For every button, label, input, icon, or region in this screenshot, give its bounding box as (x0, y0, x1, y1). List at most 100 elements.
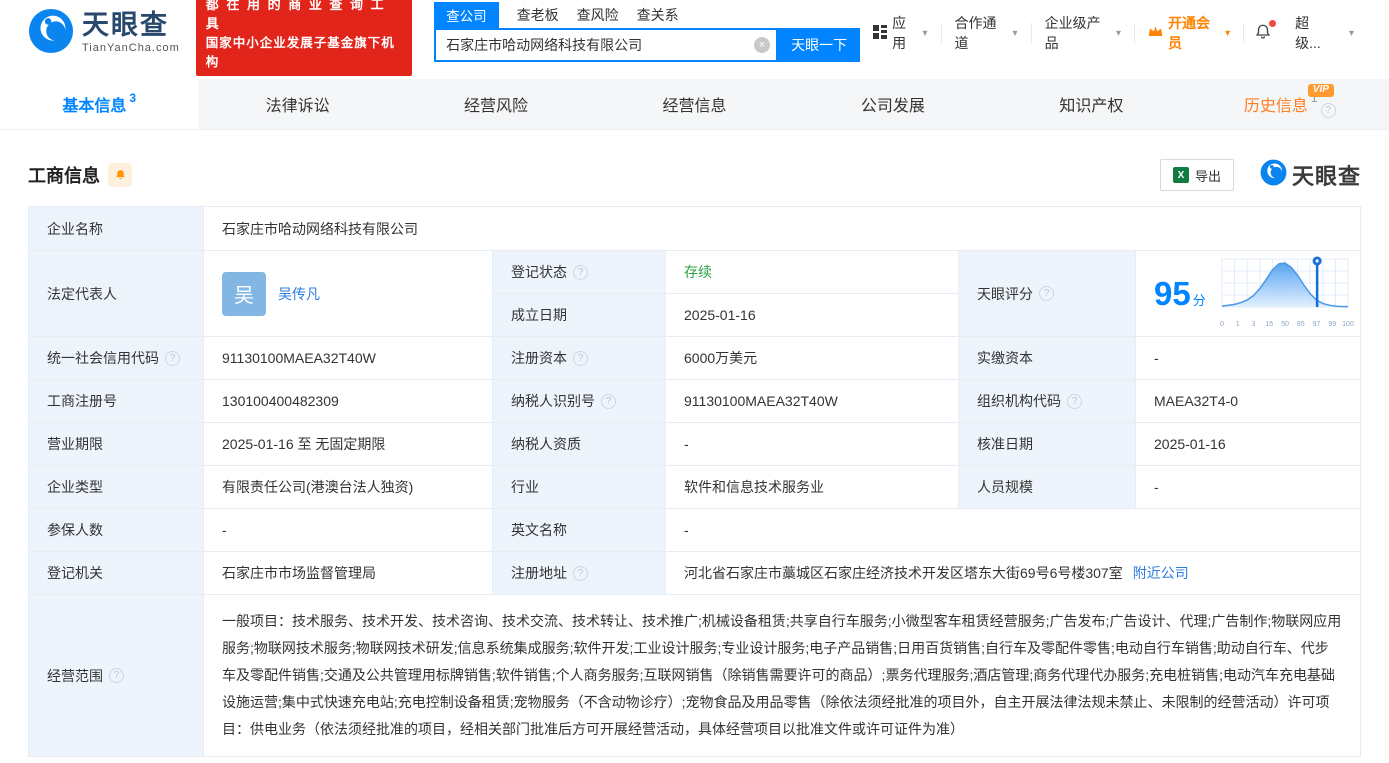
notification-dot (1269, 20, 1277, 27)
chevron-down-icon: ▾ (1348, 27, 1354, 39)
legal-rep-cell: 吴 吴传凡 (204, 251, 493, 337)
score-cell: 95 分 0 1 3 15 50 85 97 99 100 (1136, 251, 1361, 337)
table-row: 企业类型 有限责任公司(港澳台法人独资) 行业 软件和信息技术服务业 人员规模 … (29, 466, 1361, 509)
tab-company-development[interactable]: 公司发展 (794, 79, 992, 129)
tab-operation-info[interactable]: 经营信息 (595, 79, 793, 129)
tab-label: 历史信息 (1243, 98, 1308, 115)
avatar[interactable]: 吴 (222, 271, 266, 316)
field-value: 130100400482309 (204, 380, 493, 423)
score-chart: 0 1 3 15 50 85 97 99 100 (1218, 255, 1354, 332)
help-icon[interactable]: ? (1320, 102, 1336, 118)
chevron-down-icon: ▾ (1115, 27, 1121, 39)
help-icon[interactable]: ? (1067, 393, 1082, 409)
score-unit: 分 (1192, 293, 1206, 308)
help-icon[interactable]: ? (573, 565, 588, 581)
nav-notifications[interactable] (1243, 20, 1282, 43)
nav-apps-label: 应用 (892, 15, 907, 51)
business-info-header: 工商信息 X 导出 天眼查 (28, 159, 1361, 191)
svg-text:3: 3 (1252, 321, 1256, 328)
search-tab-risk[interactable]: 查风险 (577, 3, 619, 28)
field-label: 参保人数 (29, 509, 204, 552)
svg-text:97: 97 (1313, 321, 1321, 328)
field-label: 核准日期 (959, 423, 1136, 466)
field-label: 企业类型 (29, 466, 204, 509)
field-label: 营业期限 (29, 423, 204, 466)
field-value: 河北省石家庄市藁城区石家庄经济技术开发区塔东大街69号6号楼307室 附近公司 (666, 552, 1361, 595)
nav-enterprise-products[interactable]: 企业级产品 ▾ (1030, 15, 1134, 51)
score-value: 95 (1154, 275, 1191, 312)
field-value: - (666, 509, 1361, 552)
tab-label: 经营信息 (662, 98, 727, 115)
subscribe-bell-icon[interactable] (108, 163, 132, 187)
search-button[interactable]: 天眼一下 (778, 28, 861, 62)
field-value: - (1136, 337, 1361, 380)
field-value: 石家庄市市场监督管理局 (204, 552, 493, 595)
tab-intellectual-property[interactable]: 知识产权 (992, 79, 1190, 129)
slogan-line2: 国家中小企业发展子基金旗下机构 (205, 35, 395, 69)
field-value: - (1136, 466, 1361, 509)
nav-cooperation[interactable]: 合作通道 ▾ (940, 15, 1031, 51)
field-label: 纳税人资质 (493, 423, 666, 466)
tab-basic-info[interactable]: 基本信息 3 (0, 79, 199, 129)
tab-label: 经营风险 (464, 98, 529, 115)
svg-text:50: 50 (1281, 321, 1289, 328)
search-tab-relation[interactable]: 查关系 (637, 3, 679, 28)
chevron-down-icon: ▾ (1225, 27, 1231, 39)
grid-icon (873, 24, 888, 42)
search-tab-boss[interactable]: 查老板 (517, 3, 559, 28)
chevron-down-icon: ▾ (922, 27, 928, 39)
export-label: 导出 (1194, 168, 1221, 184)
vip-badge: VIP (1307, 84, 1334, 97)
field-value: - (666, 423, 959, 466)
help-icon[interactable]: ? (573, 264, 588, 280)
nav-open-vip[interactable]: 开通会员 ▾ (1133, 15, 1243, 51)
help-icon[interactable]: ? (573, 350, 588, 366)
legal-rep-link[interactable]: 吴传凡 (278, 284, 320, 304)
field-label: 行业 (493, 466, 666, 509)
tab-label: 知识产权 (1059, 98, 1124, 115)
field-value: 2025-01-16 (1136, 423, 1361, 466)
search-tab-company[interactable]: 查公司 (434, 2, 499, 28)
logo-brand-text: 天眼查 (82, 10, 169, 40)
export-button[interactable]: X 导出 (1159, 159, 1234, 191)
watermark-logo: 天眼查 (1260, 159, 1361, 191)
search-input[interactable] (434, 28, 779, 62)
slogan-line1: 都 在 用 的 商 业 查 询 工 具 (205, 0, 386, 32)
excel-icon: X (1172, 167, 1189, 183)
field-value: 2025-01-16 至 无固定期限 (204, 423, 493, 466)
tab-legal-litigation[interactable]: 法律诉讼 (198, 79, 396, 129)
field-label: 企业名称 (29, 207, 204, 251)
svg-text:0: 0 (1220, 321, 1224, 328)
clear-icon[interactable]: × (754, 37, 771, 53)
slogan-banner: 都 在 用 的 商 业 查 询 工 具 国家中小企业发展子基金旗下机构 (195, 0, 413, 77)
help-icon[interactable]: ? (601, 393, 616, 409)
help-icon[interactable]: ? (165, 350, 180, 366)
field-value: 一般项目：技术服务、技术开发、技术咨询、技术交流、技术转让、技术推广;机械设备租… (204, 595, 1361, 757)
table-row: 统一社会信用代码? 91130100MAEA32T40W 注册资本? 6000万… (29, 337, 1361, 380)
help-icon[interactable]: ? (1039, 286, 1054, 301)
field-label: 纳税人识别号? (493, 380, 666, 423)
field-label: 登记状态? (493, 251, 666, 294)
nav-user-menu[interactable]: 超级... ▾ (1282, 15, 1367, 51)
field-value: 有限责任公司(港澳台法人独资) (204, 466, 493, 509)
logo-domain-text: TianYanCha.com (82, 42, 180, 54)
business-info-table: 企业名称 石家庄市哈动网络科技有限公司 法定代表人 吴 吴传凡 登记状态? 存续… (28, 206, 1361, 757)
table-row: 企业名称 石家庄市哈动网络科技有限公司 (29, 207, 1361, 251)
tab-operation-risk[interactable]: 经营风险 (397, 79, 595, 129)
field-label: 统一社会信用代码? (29, 337, 204, 380)
tianyancha-logo[interactable]: 天眼查 TianYanCha.com (28, 8, 180, 59)
table-row: 参保人数 - 英文名称 - (29, 509, 1361, 552)
nearby-companies-link[interactable]: 附近公司 (1133, 563, 1189, 583)
field-value: 91130100MAEA32T40W (204, 337, 493, 380)
top-header: 天眼查 TianYanCha.com 都 在 用 的 商 业 查 询 工 具 国… (0, 0, 1389, 77)
field-label: 成立日期 (493, 294, 666, 337)
tianyancha-swirl-icon (1260, 159, 1287, 191)
section-title: 工商信息 (28, 166, 100, 186)
field-value: 石家庄市哈动网络科技有限公司 (204, 207, 1361, 251)
nav-vip-label: 开通会员 (1167, 15, 1210, 51)
help-icon[interactable]: ? (109, 668, 124, 683)
nav-apps[interactable]: 应用 ▾ (860, 15, 940, 51)
field-value: 软件和信息技术服务业 (666, 466, 959, 509)
nav-enterprise-label: 企业级产品 (1044, 15, 1101, 51)
tab-history-info[interactable]: 历史信息 VIP 1 ? (1191, 79, 1389, 129)
